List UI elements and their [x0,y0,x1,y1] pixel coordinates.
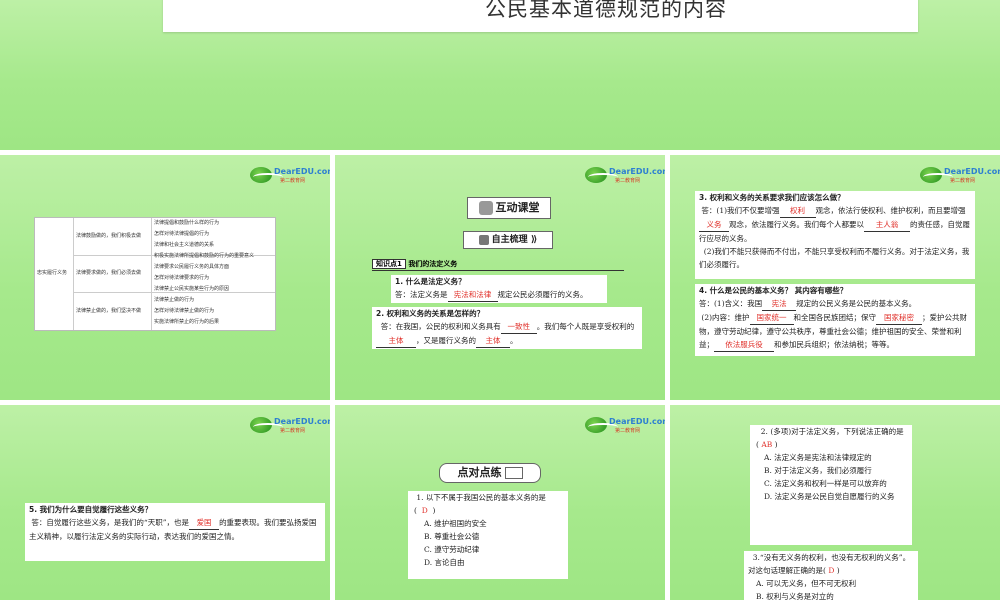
mind-map-table: 忠实履行义务 法律鼓励做的，我们积极去做 法律要求做的，我们必须去做 法律禁止做… [34,217,276,331]
title-slide[interactable]: 公民基本道德规范的内容 [0,0,1000,150]
pencil-icon [478,201,493,215]
exercise-card-2: 2. (多项)对于法定义务，下列说法正确的是( AB ) A. 法定义务是宪法和… [750,425,912,545]
logo-brand: DearEDU.com [944,167,1000,176]
option[interactable]: A. 维护祖国的安全 [414,517,562,530]
logo-sub: 第二教育网 [280,178,306,184]
slide-thumbnail-5[interactable]: DearEDU.com 第二教育网 点对点练 1. 以下不属于我国公民的基本义务… [335,405,665,600]
option[interactable]: B. 对于法定义务，我们必须履行 [756,464,906,477]
interactive-class-banner: 互动课堂 [467,197,551,219]
option[interactable]: D. 言论自由 [414,556,562,569]
mind-map-item: 法律提倡和鼓励什么样的行为 [154,220,220,226]
exercise-card-3: 3.“没有无义务的权利，也没有无权利的义务”。对这句话理解正确的是( D ) A… [744,551,918,600]
logo-sub: 第二教育网 [615,428,641,434]
answer-blank: 宪法和法律 [447,288,498,302]
question-card-2: 2. 权利和义务的关系是怎样的？ 答：在我国，公民的权利和义务具有 一致性 。我们每… [372,307,642,349]
mind-map-group: 法律要求做的，我们必须去做 [76,270,142,276]
logo-brand: DearEDU.com [609,167,665,176]
logo-sub: 第二教育网 [280,428,306,434]
mind-map-item: 怎样对待法律禁止做的行为 [154,308,215,314]
mind-map-group: 法律鼓励做的，我们积极去做 [76,233,142,239]
mind-map-item: 实施法律所禁止的行为的后果 [154,319,220,325]
dearedu-logo: DearEDU.com 第二教育网 [585,165,665,187]
mind-map-item: 怎样对待法律要求的行为 [154,275,210,281]
option[interactable]: A. 法定义务是宪法和法律规定的 [756,451,906,464]
question-card-4: 4. 什么是公民的基本义务？ 其内容有哪些？ 答：(1)含义：我国 宪法 规定的公民… [695,284,975,356]
mind-map-item: 怎样对待法律提倡的行为 [154,231,210,237]
mind-map-root: 忠实履行义务 [37,270,68,276]
option[interactable]: B. 权利与义务是对立的 [748,590,914,600]
slide-thumbnail-6[interactable]: 2. (多项)对于法定义务，下列说法正确的是( AB ) A. 法定义务是宪法和… [670,405,1000,600]
slide-thumbnail-3[interactable]: DearEDU.com 第二教育网 3. 权利和义务的关系要求我们应该怎么做？ … [670,155,1000,400]
slide-thumbnail-4[interactable]: DearEDU.com 第二教育网 5. 我们为什么要自觉履行这些义务？ 答：自… [0,405,330,600]
mind-map-item: 法律禁止做的行为 [154,297,195,303]
mind-map-item: 法律和社会主义道德的关系 [154,242,215,248]
laptop-icon [504,467,523,479]
dearedu-logo: DearEDU.com 第二教育网 [250,415,330,437]
question-card-5: 5. 我们为什么要自觉履行这些义务？ 答：自觉履行这些义务，是我们的“天职”，也… [25,503,325,561]
slide-thumbnail-1[interactable]: DearEDU.com 第二教育网 忠实履行义务 法律鼓励做的，我们积极去做 法… [0,155,330,400]
option[interactable]: D. 法定义务是公民自觉自愿履行的义务 [756,490,906,503]
mind-map-group: 法律禁止做的，我们坚决不做 [76,308,142,314]
logo-sub: 第二教育网 [615,178,641,184]
question-card-1: 1. 什么是法定义务？ 答：法定义务是 宪法和法律 规定公民必须履行的义务。 [391,275,607,303]
exercise-card-1: 1. 以下不属于我国公民的基本义务的是( D ) A. 维护祖国的安全 B. 尊… [408,491,568,579]
option[interactable]: B. 尊重社会公德 [414,530,562,543]
dearedu-logo: DearEDU.com 第二教育网 [250,165,330,187]
arrows-icon [478,234,489,245]
logo-sub: 第二教育网 [950,178,976,184]
knowledge-point-header: 知识点1 我们的法定义务 [372,258,624,271]
dearedu-logo: DearEDU.com 第二教育网 [920,165,1000,187]
knowledge-point-title: 我们的法定义务 [408,260,458,268]
mind-map-item: 积极实施法律所提倡和鼓励的行为的重要意义 [154,253,255,259]
option[interactable]: C. 法定义务和权利一样是可以放弃的 [756,477,906,490]
logo-brand: DearEDU.com [609,417,665,426]
dearedu-logo: DearEDU.com 第二教育网 [585,415,665,437]
option[interactable]: A. 可以无义务，但不可无权利 [748,577,914,590]
knowledge-point-tag: 知识点1 [372,259,406,269]
logo-brand: DearEDU.com [274,417,330,426]
title-box: 公民基本道德规范的内容 [163,0,918,32]
mind-map-item: 法律要求公民履行义务的具体方面 [154,264,230,270]
slide-thumbnail-2[interactable]: DearEDU.com 第二教育网 互动课堂 自主梳理 ⟫ 知识点1 我们的法定… [335,155,665,400]
practice-banner: 点对点练 [439,463,541,483]
logo-brand: DearEDU.com [274,167,330,176]
slide-title: 公民基本道德规范的内容 [485,0,727,21]
self-review-banner: 自主梳理 ⟫ [463,231,553,249]
option[interactable]: C. 遵守劳动纪律 [414,543,562,556]
mind-map-item: 法律禁止公民实施某些行为的原因 [154,286,230,292]
question-card-3: 3. 权利和义务的关系要求我们应该怎么做？ 答：(1)我们不仅要增强 权利 观念，依… [695,191,975,279]
